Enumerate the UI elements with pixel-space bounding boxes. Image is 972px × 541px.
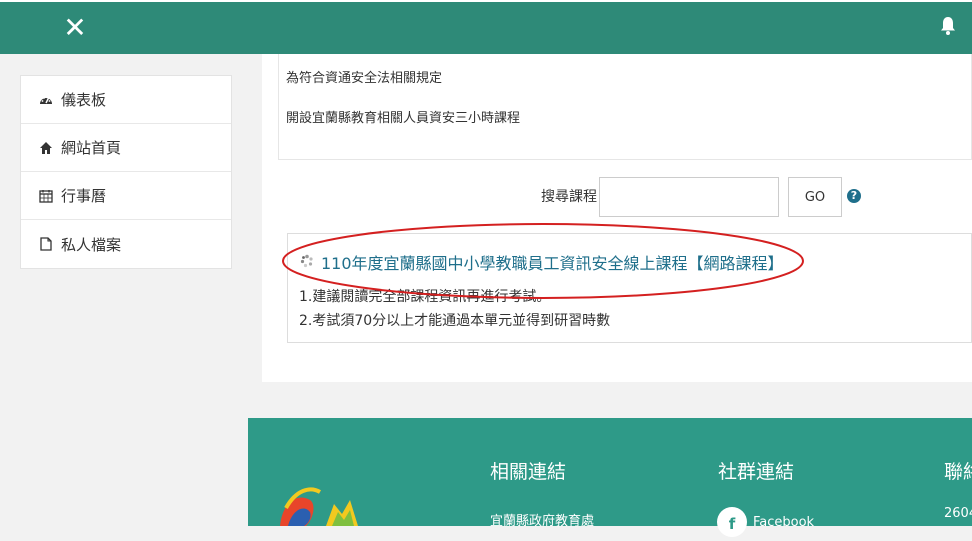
site-logo: [276, 478, 362, 526]
facebook-icon[interactable]: f: [717, 507, 747, 537]
sidebar-menu: 儀表板 網站首頁 行事曆 私人檔案: [20, 75, 232, 269]
dashboard-icon: [39, 93, 53, 107]
intro-text: 開設宜蘭縣教育相關人員資安三小時課程: [286, 111, 521, 126]
sidebar-item-private-files[interactable]: 私人檔案: [21, 220, 231, 268]
sidebar-item-label: 儀表板: [61, 91, 107, 109]
file-icon: [39, 237, 53, 251]
go-button[interactable]: GO: [788, 177, 842, 217]
course-list-item: 110年度宜蘭縣國中小學教職員工資訊安全線上課程【網路課程】 1.建議閱讀完全部…: [287, 233, 972, 343]
sidebar-item-home[interactable]: 網站首頁: [21, 124, 231, 172]
top-navbar: ✕: [0, 0, 972, 54]
course-icon: [300, 253, 314, 268]
intro-text: 為符合資通安全法相關規定: [286, 71, 443, 86]
sidebar-item-dashboard[interactable]: 儀表板: [21, 76, 231, 124]
footer-social-heading: 社群連結: [718, 461, 795, 483]
sidebar-item-label: 網站首頁: [61, 139, 122, 157]
sidebar-item-calendar[interactable]: 行事曆: [21, 172, 231, 220]
bell-icon[interactable]: [940, 16, 962, 42]
course-description: 1.建議閱讀完全部課程資訊再進行考試。: [299, 289, 551, 305]
main-content: 為符合資通安全法相關規定 開設宜蘭縣教育相關人員資安三小時課程 搜尋課程 GO …: [262, 54, 972, 382]
sidebar-item-label: 私人檔案: [61, 235, 122, 254]
site-footer: 相關連結 宜蘭縣政府教育處 社群連結 f Facebook 聯絡 2604: [248, 418, 972, 537]
search-input[interactable]: [599, 177, 779, 217]
course-description: 2.考試須70分以上才能通過本單元並得到研習時數: [299, 313, 611, 329]
footer-contact-text: 2604: [944, 506, 972, 521]
course-title-link[interactable]: 110年度宜蘭縣國中小學教職員工資訊安全線上課程【網路課程】: [321, 250, 784, 274]
footer-related-heading: 相關連結: [490, 461, 567, 483]
calendar-icon: [39, 189, 53, 203]
close-icon[interactable]: ✕: [62, 14, 88, 42]
help-icon[interactable]: ?: [847, 189, 861, 203]
footer-link-facebook[interactable]: Facebook: [753, 515, 814, 530]
course-intro-box: 為符合資通安全法相關規定 開設宜蘭縣教育相關人員資安三小時課程: [278, 54, 972, 160]
footer-contact-heading: 聯絡: [944, 461, 972, 483]
footer-link-education-dept[interactable]: 宜蘭縣政府教育處: [490, 510, 594, 529]
home-icon: [39, 141, 53, 155]
search-label: 搜尋課程: [541, 189, 597, 205]
sidebar-item-label: 行事曆: [61, 187, 107, 205]
